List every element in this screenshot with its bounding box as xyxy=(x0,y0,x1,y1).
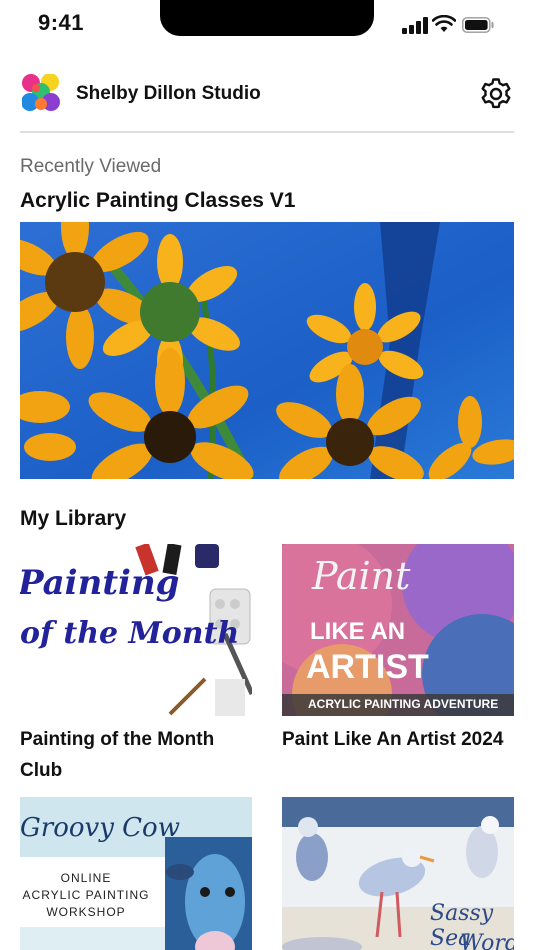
library-card-title[interactable]: Painting of the Month Club xyxy=(20,724,252,786)
library-card-thumbnail[interactable]: Groovy Cow ONLINE ACRYLIC PAINTING WORKS… xyxy=(20,797,252,950)
app-header: Shelby Dillon Studio xyxy=(20,72,514,116)
battery-icon xyxy=(462,17,494,33)
header-divider xyxy=(20,131,514,133)
wifi-icon xyxy=(432,15,456,32)
studio-name: Shelby Dillon Studio xyxy=(76,83,261,104)
thumb-text: LIKE AN xyxy=(310,618,406,645)
device-notch xyxy=(160,0,374,36)
thumb-text: ACRYLIC PAINTING xyxy=(22,888,150,902)
cellular-signal-icon xyxy=(402,17,428,34)
recent-course-thumbnail[interactable] xyxy=(20,222,514,479)
library-card-thumbnail[interactable]: Sassy Sea Words xyxy=(282,797,514,950)
library-card[interactable]: Painting of the Month Painting of the Mo… xyxy=(20,544,252,786)
library-card[interactable]: Groovy Cow ONLINE ACRYLIC PAINTING WORKS… xyxy=(20,797,252,950)
library-card-title[interactable]: Paint Like An Artist 2024 xyxy=(282,724,514,755)
gear-icon[interactable] xyxy=(478,76,514,112)
thumb-text: Painting xyxy=(20,563,180,603)
status-time: 9:41 xyxy=(38,10,85,35)
thumb-text: Groovy Cow xyxy=(20,813,180,843)
my-library-title: My Library xyxy=(20,507,127,530)
library-card-thumbnail[interactable]: Painting of the Month xyxy=(20,544,252,716)
studio-logo[interactable] xyxy=(22,74,60,112)
library-card-thumbnail[interactable]: Paint LIKE AN ARTIST ACRYLIC PAINTING AD… xyxy=(282,544,514,716)
thumb-text: ACRYLIC PAINTING ADVENTURE xyxy=(308,697,499,711)
library-card[interactable]: Sassy Sea Words xyxy=(282,797,514,950)
thumb-text: ARTIST xyxy=(306,648,429,686)
status-bar: 9:41 xyxy=(0,0,534,50)
thumb-text: Paint xyxy=(312,554,411,598)
thumb-text: of the Month xyxy=(20,616,240,651)
recently-viewed-label: Recently Viewed xyxy=(20,156,162,177)
library-card[interactable]: Paint LIKE AN ARTIST ACRYLIC PAINTING AD… xyxy=(282,544,514,755)
thumb-text: ONLINE xyxy=(60,871,112,885)
thumb-text: Words xyxy=(460,931,514,950)
thumb-text: WORKSHOP xyxy=(46,905,126,919)
recent-course-title[interactable]: Acrylic Painting Classes V1 xyxy=(20,189,295,213)
